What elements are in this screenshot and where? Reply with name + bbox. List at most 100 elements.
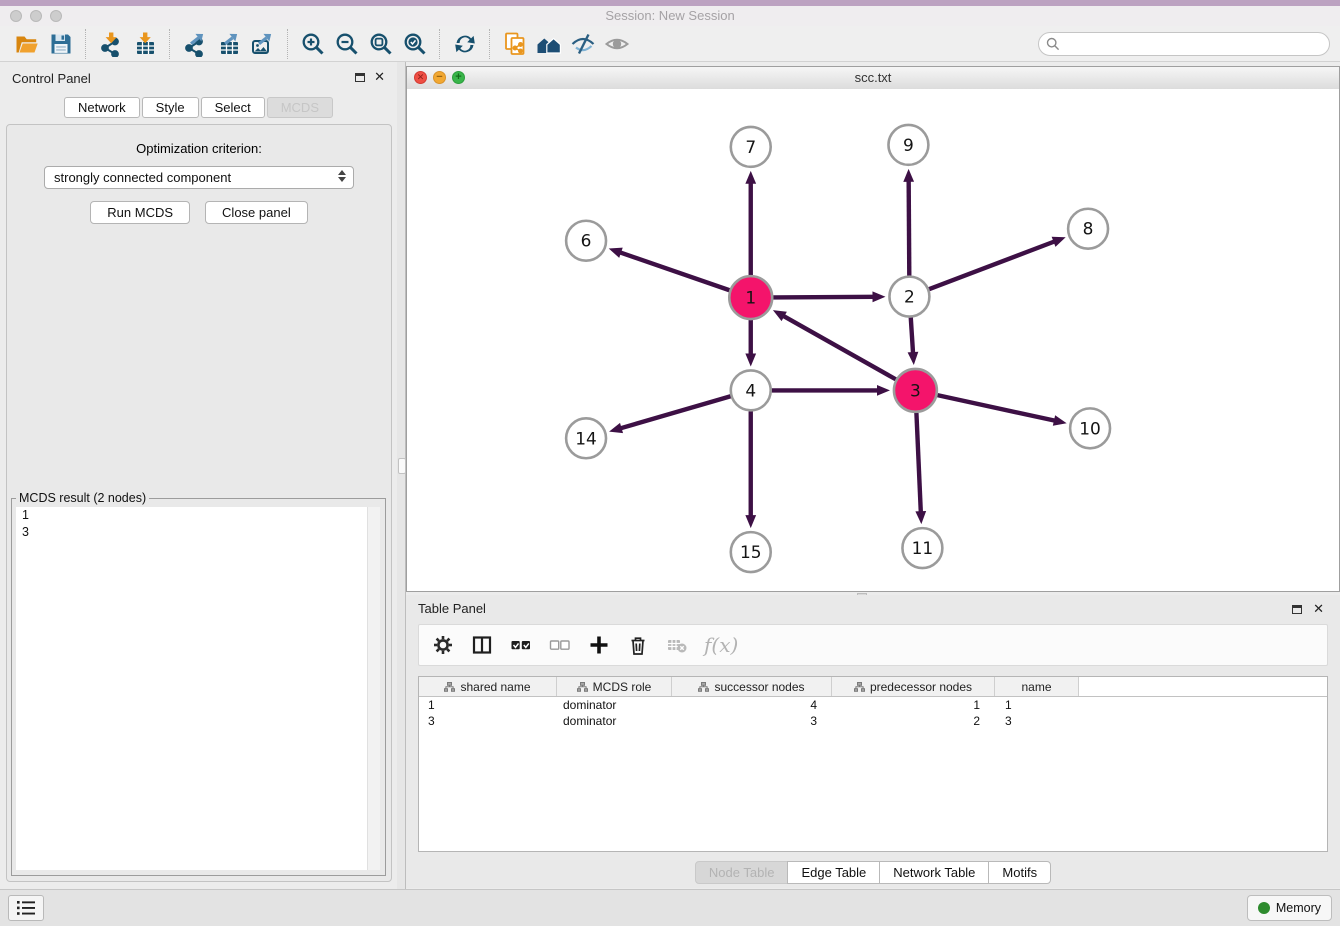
table-tabs: Node TableEdge TableNetwork TableMotifs [406,861,1340,884]
table-cell[interactable]: dominator [557,714,672,728]
edge-3-1[interactable] [773,310,896,379]
delete-columns-button[interactable] [626,633,650,657]
table-cell[interactable]: 4 [672,698,832,712]
run-mcds-button[interactable]: Run MCDS [90,201,190,224]
svg-text:2: 2 [904,287,915,307]
node-7[interactable]: 7 [731,127,771,167]
close-panel-button[interactable]: Close panel [205,201,308,224]
edge-1-2[interactable] [773,291,885,302]
zoom-in-button[interactable] [296,28,330,60]
search-input[interactable] [1038,32,1330,56]
node-14[interactable]: 14 [566,418,606,458]
table-row: 1dominator411 [419,697,1327,713]
tab-motifs[interactable]: Motifs [988,861,1051,884]
zoom-out-button[interactable] [330,28,364,60]
network-window-title: scc.txt [407,67,1339,89]
table-cell[interactable]: 2 [832,714,995,728]
column-header-name[interactable]: name [995,677,1079,696]
node-6[interactable]: 6 [566,221,606,261]
ndex-documents-button[interactable] [498,28,532,60]
export-network-button[interactable] [178,28,212,60]
table-cell[interactable]: 3 [995,714,1079,728]
apply-layout-button[interactable] [448,28,482,60]
table-cell[interactable]: dominator [557,698,672,712]
column-header-mcds-role[interactable]: MCDS role [557,677,672,696]
edge-3-10[interactable] [937,395,1066,426]
column-header-shared-name[interactable]: shared name [419,677,557,696]
node-9[interactable]: 9 [888,125,928,165]
import-table-button[interactable] [128,28,162,60]
hide-all-columns-button[interactable] [548,633,572,657]
tab-node-table[interactable]: Node Table [695,861,789,884]
network-canvas[interactable]: 7 9 6 8 1 2 4 3 14 10 15 11 [407,89,1339,591]
optimization-criterion-label: Optimization criterion: [7,141,391,156]
node-11[interactable]: 11 [902,528,942,568]
close-table-panel-icon[interactable] [1313,602,1324,616]
zoom-selected-button[interactable] [398,28,432,60]
export-image-button[interactable] [246,28,280,60]
result-line: 3 [16,524,380,541]
memory-button[interactable]: Memory [1247,895,1332,921]
tab-edge-table[interactable]: Edge Table [787,861,880,884]
table-settings-button[interactable] [431,633,455,657]
save-session-button[interactable] [44,28,78,60]
optimization-criterion-select[interactable]: strongly connected component [44,166,354,189]
network-window-titlebar: scc.txt [407,67,1339,90]
create-column-button[interactable] [587,633,611,657]
task-history-button[interactable] [8,895,44,921]
tab-select[interactable]: Select [201,97,265,118]
edge-1-6[interactable] [609,248,730,291]
table-cell[interactable]: 1 [995,698,1079,712]
control-panel-tabs: NetworkStyleSelectMCDS [0,97,397,118]
show-all-columns-button[interactable] [509,633,533,657]
node-3[interactable]: 3 [894,369,937,412]
float-table-panel-icon[interactable] [1292,605,1302,614]
result-scrollbar[interactable] [367,507,380,870]
tab-network-table[interactable]: Network Table [879,861,989,884]
table-cell[interactable]: 3 [672,714,832,728]
float-panel-icon[interactable] [355,73,365,82]
node-1[interactable]: 1 [729,276,772,319]
edge-2-9[interactable] [903,169,914,276]
mcds-result-text[interactable]: 13 [16,507,380,870]
svg-text:7: 7 [745,137,756,157]
divider-grip[interactable] [398,458,406,474]
open-session-button[interactable] [10,28,44,60]
edge-3-11[interactable] [915,413,926,524]
tab-network[interactable]: Network [64,97,140,118]
application-window: Session: New Session Control Panel Netwo… [0,0,1340,926]
control-panel: Control Panel NetworkStyleSelectMCDS Opt… [0,62,397,890]
table-cell[interactable]: 1 [419,698,557,712]
home-button[interactable] [532,28,566,60]
column-header-predecessor-nodes[interactable]: predecessor nodes [832,677,995,696]
node-2[interactable]: 2 [889,277,929,317]
table-cell[interactable]: 1 [832,698,995,712]
edge-4-15[interactable] [745,411,756,528]
import-network-button[interactable] [94,28,128,60]
table-header-row: shared nameMCDS rolesuccessor nodesprede… [419,677,1327,697]
export-table-button[interactable] [212,28,246,60]
statusbar: Memory [0,889,1340,926]
titlebar: Session: New Session [0,0,1340,27]
node-15[interactable]: 15 [731,532,771,572]
tab-mcds[interactable]: MCDS [267,97,333,118]
edge-2-8[interactable] [929,237,1066,289]
panel-divider[interactable] [397,62,406,890]
svg-text:9: 9 [903,135,914,155]
edge-4-3[interactable] [772,385,890,396]
table-cell[interactable]: 3 [419,714,557,728]
edge-4-14[interactable] [609,396,731,433]
node-4[interactable]: 4 [731,370,771,410]
node-10[interactable]: 10 [1070,408,1110,448]
edge-1-7[interactable] [745,171,756,275]
hide-graphics-button[interactable] [566,28,600,60]
split-panel-button[interactable] [470,633,494,657]
table-row: 3dominator323 [419,713,1327,729]
tab-style[interactable]: Style [142,97,199,118]
edge-2-3[interactable] [908,318,919,365]
node-8[interactable]: 8 [1068,209,1108,249]
edge-1-4[interactable] [745,320,756,366]
zoom-fit-button[interactable] [364,28,398,60]
close-panel-icon[interactable] [374,70,385,84]
column-header-successor-nodes[interactable]: successor nodes [672,677,832,696]
